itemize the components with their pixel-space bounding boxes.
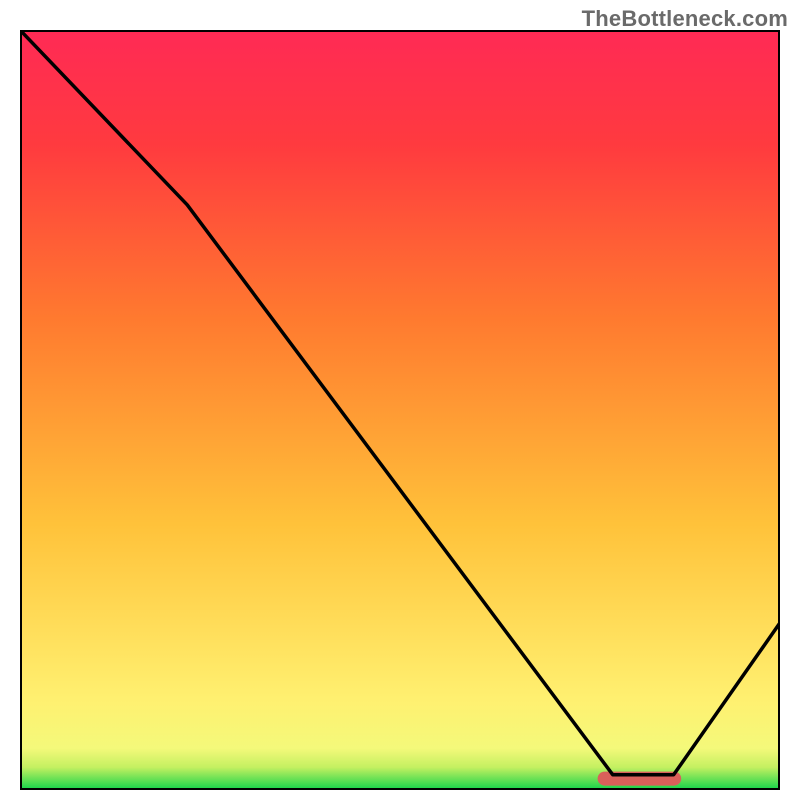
watermark-text: TheBottleneck.com — [582, 6, 788, 32]
chart-frame: TheBottleneck.com — [0, 0, 800, 800]
bottleneck-chart — [20, 30, 780, 790]
plot-area — [20, 30, 780, 790]
gradient-background — [20, 30, 780, 790]
